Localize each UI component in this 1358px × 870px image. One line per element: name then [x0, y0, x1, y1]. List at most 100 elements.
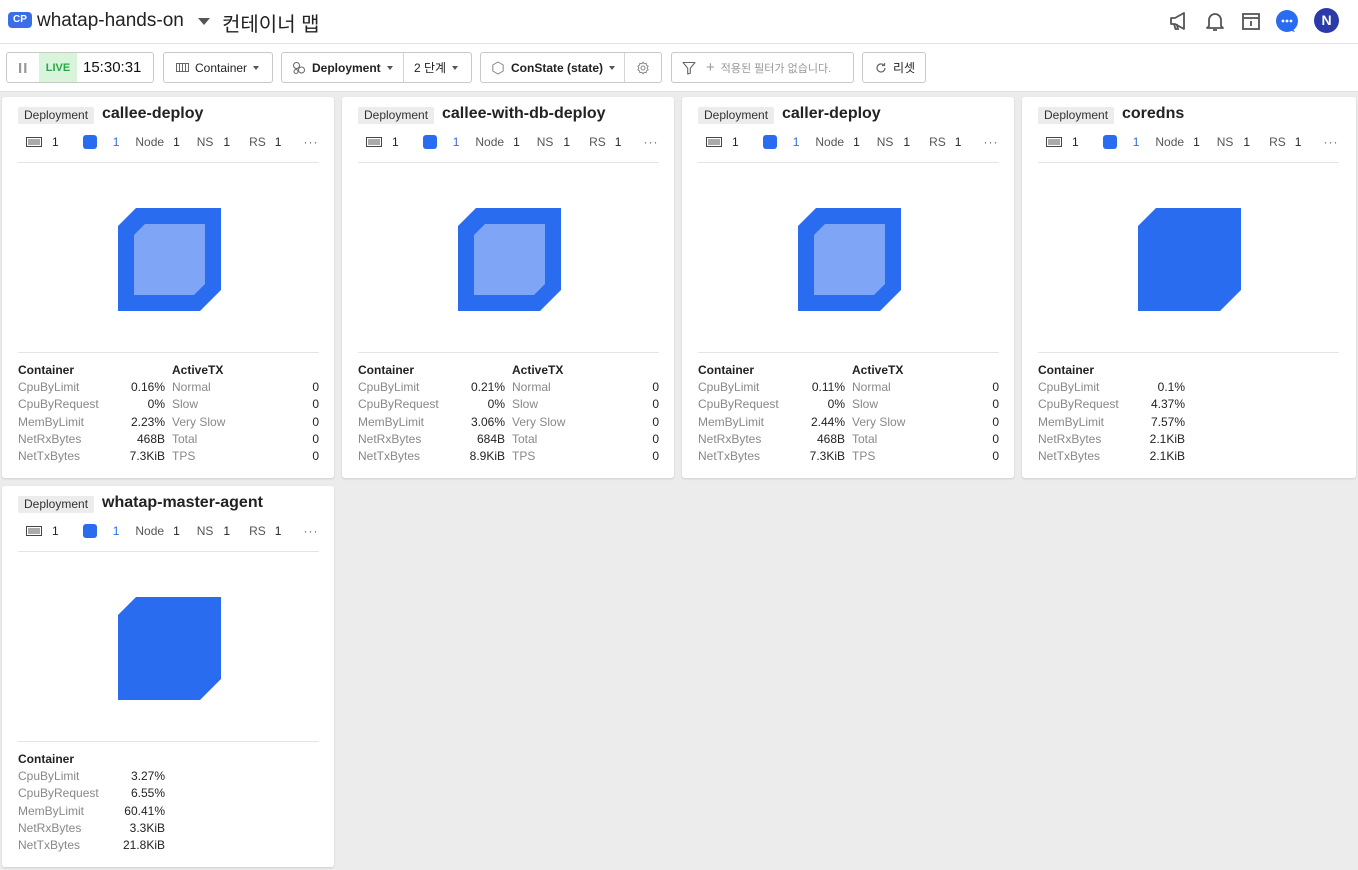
- metric-label: Normal: [172, 380, 211, 394]
- card-meta: 1 1 Node 1 NS 1 RS 1 ···: [1046, 135, 1338, 149]
- pod-icon: [1102, 135, 1117, 149]
- node-label: Node: [815, 135, 845, 149]
- filter-input[interactable]: + 적용된 필터가 없습니다.: [671, 52, 854, 83]
- metric-label: CpuByRequest: [1038, 397, 1119, 412]
- pod-count: 1: [112, 135, 120, 149]
- metric-label: Very Slow: [852, 414, 906, 429]
- deployment-card[interactable]: Deployment callee-with-db-deploy 1 1 Nod…: [342, 97, 674, 478]
- card-title[interactable]: whatap-master-agent: [102, 494, 263, 512]
- metric-label: NetTxBytes: [18, 449, 81, 464]
- settings-button[interactable]: [625, 53, 661, 82]
- pause-button[interactable]: [7, 53, 39, 82]
- card-meta: 1 1 Node 1 NS 1 RS 1 ···: [366, 135, 658, 149]
- metric-row: Normal 0: [172, 379, 319, 396]
- view-select[interactable]: Container: [163, 52, 273, 83]
- metric-row: CpuByLimit 0.16%: [18, 379, 165, 396]
- container-node[interactable]: [118, 208, 221, 311]
- plus-icon: +: [706, 59, 715, 76]
- pod-icon: [82, 524, 97, 538]
- reset-label: 리셋: [893, 61, 916, 75]
- pod-icon: [82, 135, 97, 149]
- more-options-icon[interactable]: ···: [1323, 135, 1338, 149]
- group-level-select[interactable]: 2 단계: [404, 53, 459, 82]
- container-metrics-title: Container: [1038, 363, 1095, 377]
- metric-row: CpuByRequest 0%: [698, 396, 845, 413]
- deployment-card[interactable]: Deployment coredns 1 1 Node 1 NS 1 RS 1 …: [1022, 97, 1356, 478]
- more-options-icon[interactable]: ···: [983, 135, 998, 149]
- metric-label: MemByLimit: [18, 414, 85, 429]
- reset-button[interactable]: 리셋: [862, 52, 926, 83]
- metric-row: Slow 0: [172, 396, 319, 413]
- deployment-card[interactable]: Deployment whatap-master-agent 1 1 Node …: [2, 486, 334, 867]
- card-title[interactable]: callee-with-db-deploy: [442, 105, 606, 123]
- live-control: LIVE 15:30:31: [6, 52, 154, 83]
- metric-value: 0: [312, 380, 319, 394]
- container-node[interactable]: [118, 597, 221, 700]
- container-count: 1: [732, 135, 739, 149]
- calendar-info-icon[interactable]: [1238, 8, 1264, 34]
- state-select-dropdown[interactable]: ConState (state): [481, 53, 624, 82]
- live-badge[interactable]: LIVE: [39, 53, 77, 82]
- group-level-label: 2 단계: [414, 61, 447, 75]
- metric-value: 3.06%: [470, 414, 505, 429]
- metric-row: NetRxBytes 684B: [358, 431, 505, 448]
- container-metrics: Container CpuByLimit 0.1% CpuByRequest 4.3…: [1038, 362, 1185, 465]
- project-name[interactable]: whatap-hands-on: [37, 10, 184, 32]
- container-node[interactable]: [798, 208, 901, 311]
- card-title[interactable]: coredns: [1122, 105, 1184, 123]
- page-title: 컨테이너 맵: [222, 14, 320, 36]
- container-count-icon: [26, 526, 42, 536]
- card-type-tag: Deployment: [1038, 107, 1115, 124]
- rs-label: RS: [1269, 135, 1286, 149]
- metric-value: 0: [992, 431, 999, 446]
- pod-icon: [422, 135, 437, 149]
- metric-label: NetTxBytes: [358, 449, 421, 464]
- ns-label: NS: [876, 135, 894, 149]
- live-time[interactable]: 15:30:31: [77, 59, 141, 76]
- more-options-icon[interactable]: ···: [303, 524, 318, 538]
- project-dropdown-caret-icon[interactable]: [198, 18, 210, 25]
- container-count-icon: [366, 137, 382, 147]
- metric-value: 0: [312, 431, 319, 446]
- ns-count: 1: [223, 524, 231, 538]
- state-select: ConState (state): [480, 52, 662, 83]
- metric-label: NetRxBytes: [18, 820, 82, 835]
- state-select-label: ConState (state): [511, 60, 604, 75]
- metric-label: Slow: [172, 397, 199, 412]
- metrics-section: Container CpuByLimit 0.11% CpuByRequest 0%…: [698, 362, 999, 465]
- chat-icon[interactable]: [1274, 8, 1300, 34]
- chevron-down-icon: [609, 65, 616, 70]
- metric-value: 0.11%: [811, 380, 845, 394]
- metric-row: NetTxBytes 7.3KiB: [698, 448, 845, 465]
- card-title[interactable]: caller-deploy: [782, 105, 881, 123]
- card-meta: 1 1 Node 1 NS 1 RS 1 ···: [26, 135, 318, 149]
- pod-count: 1: [1132, 135, 1140, 149]
- metric-value: 0%: [147, 397, 165, 412]
- more-options-icon[interactable]: ···: [303, 135, 318, 149]
- metrics-section: Container CpuByLimit 0.16% CpuByRequest 0%…: [18, 362, 319, 464]
- megaphone-icon[interactable]: [1166, 8, 1192, 34]
- deployment-card[interactable]: Deployment caller-deploy 1 1 Node 1 NS 1…: [682, 97, 1014, 478]
- deployment-card[interactable]: Deployment callee-deploy 1 1 Node 1 NS 1…: [2, 97, 334, 478]
- metric-label: NetTxBytes: [698, 449, 761, 464]
- metric-row: NetRxBytes 2.1KiB: [1038, 431, 1185, 448]
- container-count-icon: [1046, 137, 1062, 147]
- user-avatar[interactable]: N: [1314, 8, 1339, 33]
- metric-label: MemByLimit: [18, 803, 85, 818]
- more-options-icon[interactable]: ···: [643, 135, 658, 149]
- ns-count: 1: [1243, 135, 1251, 149]
- container-count-icon: [706, 137, 722, 147]
- container-node[interactable]: [458, 208, 561, 311]
- card-divider: [18, 741, 319, 742]
- metric-value: 0.16%: [130, 380, 165, 394]
- card-divider: [698, 162, 999, 163]
- metric-row: MemByLimit 2.23%: [18, 414, 165, 431]
- container-count: 1: [1072, 135, 1079, 149]
- group-by-select[interactable]: Deployment: [282, 53, 403, 82]
- card-title[interactable]: callee-deploy: [102, 105, 203, 123]
- metric-label: CpuByLimit: [18, 769, 80, 783]
- bell-icon[interactable]: [1202, 8, 1228, 34]
- container-node[interactable]: [1138, 208, 1241, 311]
- metric-value: 0: [312, 414, 319, 429]
- ns-count: 1: [903, 135, 911, 149]
